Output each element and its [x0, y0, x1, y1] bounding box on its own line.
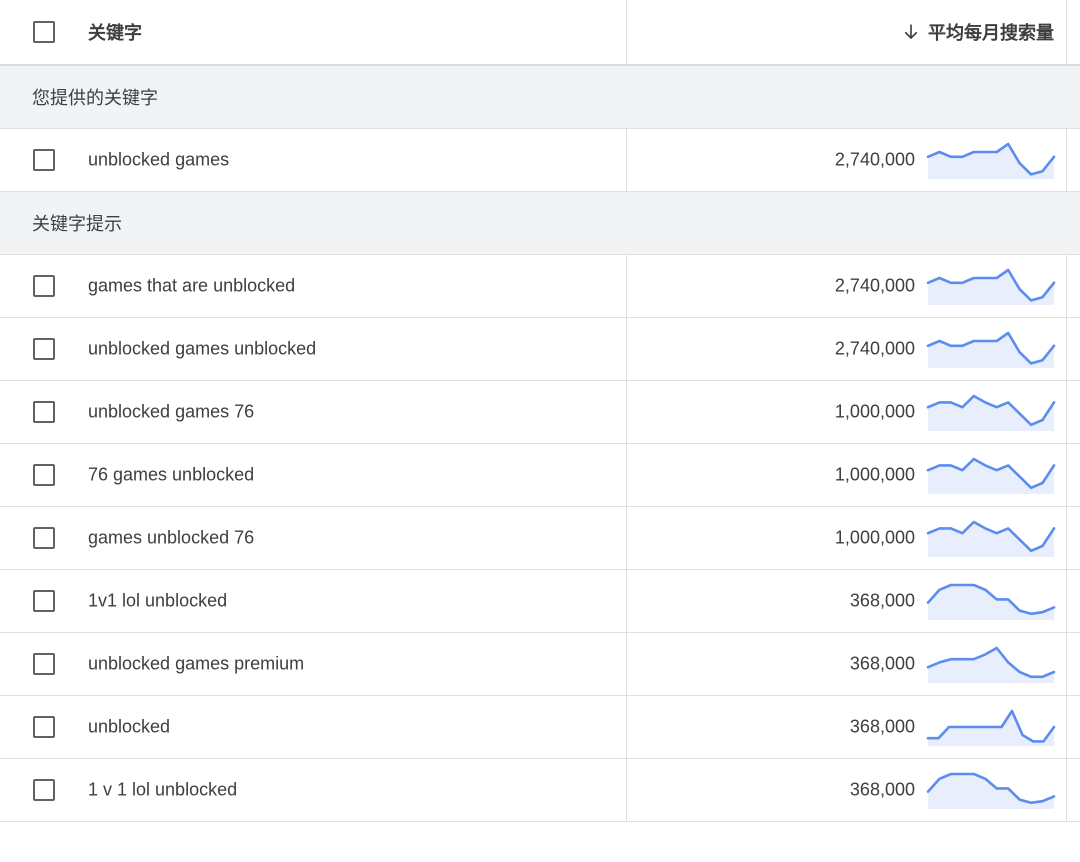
trend-sparkline	[926, 142, 1056, 179]
volume-column-label: 平均每月搜索量	[928, 23, 1054, 43]
search-volume: 1,000,000	[834, 401, 915, 422]
search-volume: 2,740,000	[834, 149, 915, 170]
search-volume: 1,000,000	[834, 527, 915, 548]
table-row[interactable]: games that are unblocked 2,740,000	[0, 255, 1080, 318]
table-row[interactable]: 1 v 1 lol unblocked 368,000	[0, 759, 1080, 822]
column-divider	[626, 507, 627, 569]
section-label: 关键字提示	[32, 214, 122, 234]
column-divider	[626, 570, 627, 632]
row-checkbox[interactable]	[33, 590, 55, 612]
column-divider	[626, 444, 627, 506]
trend-sparkline	[926, 331, 1056, 368]
column-divider	[626, 255, 627, 317]
column-divider	[1066, 759, 1067, 821]
row-checkbox[interactable]	[33, 338, 55, 360]
table-row[interactable]: unblocked 368,000	[0, 696, 1080, 759]
trend-sparkline	[926, 646, 1056, 683]
keyword-text: unblocked games	[88, 149, 230, 170]
keyword-text: 1 v 1 lol unblocked	[88, 779, 238, 800]
table-body: 您提供的关键字 unblocked games 2,740,000 关键字提示 game…	[0, 66, 1080, 822]
column-divider	[1066, 444, 1067, 506]
section-header: 关键字提示	[0, 192, 1080, 255]
row-checkbox[interactable]	[33, 653, 55, 675]
row-checkbox[interactable]	[33, 149, 55, 171]
column-divider	[626, 381, 627, 443]
column-divider	[1066, 507, 1067, 569]
trend-sparkline	[926, 520, 1056, 557]
sparkline-area	[928, 774, 1054, 809]
row-checkbox[interactable]	[33, 464, 55, 486]
search-volume: 368,000	[849, 779, 915, 800]
search-volume: 368,000	[849, 590, 915, 611]
section-header: 您提供的关键字	[0, 66, 1080, 129]
column-divider	[626, 696, 627, 758]
keyword-text: unblocked	[88, 716, 171, 737]
column-divider	[1066, 696, 1067, 758]
column-divider	[626, 0, 627, 64]
keyword-text: 1v1 lol unblocked	[88, 590, 228, 611]
trend-sparkline	[926, 772, 1056, 809]
trend-sparkline	[926, 394, 1056, 431]
row-checkbox[interactable]	[33, 275, 55, 297]
keyword-text: unblocked games premium	[88, 653, 305, 674]
sparkline-area	[928, 585, 1054, 620]
keyword-table: 关键字 平均每月搜索量 您提供的关键字 unblocked games 2,740,…	[0, 0, 1080, 822]
row-checkbox[interactable]	[33, 527, 55, 549]
trend-sparkline	[926, 457, 1056, 494]
row-checkbox[interactable]	[33, 401, 55, 423]
volume-column-header[interactable]: 平均每月搜索量	[902, 19, 1054, 45]
column-divider	[1066, 633, 1067, 695]
column-divider	[1066, 255, 1067, 317]
row-checkbox[interactable]	[33, 716, 55, 738]
column-divider	[626, 318, 627, 380]
keyword-text: unblocked games 76	[88, 401, 255, 422]
trend-sparkline	[926, 268, 1056, 305]
column-divider	[1066, 318, 1067, 380]
search-volume: 368,000	[849, 653, 915, 674]
table-row[interactable]: 1v1 lol unblocked 368,000	[0, 570, 1080, 633]
column-divider	[1066, 381, 1067, 443]
column-divider	[1066, 0, 1067, 64]
select-all-checkbox[interactable]	[33, 21, 55, 43]
column-divider	[626, 759, 627, 821]
keyword-text: unblocked games unblocked	[88, 338, 317, 359]
table-row[interactable]: games unblocked 76 1,000,000	[0, 507, 1080, 570]
keyword-text: games that are unblocked	[88, 275, 296, 296]
search-volume: 2,740,000	[834, 338, 915, 359]
search-volume: 1,000,000	[834, 464, 915, 485]
row-checkbox[interactable]	[33, 779, 55, 801]
section-label: 您提供的关键字	[32, 88, 158, 108]
search-volume: 368,000	[849, 716, 915, 737]
column-divider	[626, 633, 627, 695]
table-row[interactable]: 76 games unblocked 1,000,000	[0, 444, 1080, 507]
column-divider	[1066, 129, 1067, 191]
keyword-column-header[interactable]: 关键字	[88, 19, 142, 45]
table-row[interactable]: unblocked games 2,740,000	[0, 129, 1080, 192]
table-row[interactable]: unblocked games unblocked 2,740,000	[0, 318, 1080, 381]
trend-sparkline	[926, 709, 1056, 746]
table-row[interactable]: unblocked games 76 1,000,000	[0, 381, 1080, 444]
arrow-down-icon	[904, 24, 918, 39]
table-row[interactable]: unblocked games premium 368,000	[0, 633, 1080, 696]
keyword-text: 76 games unblocked	[88, 464, 255, 485]
search-volume: 2,740,000	[834, 275, 915, 296]
keyword-text: games unblocked 76	[88, 527, 255, 548]
table-header: 关键字 平均每月搜索量	[0, 0, 1080, 66]
column-divider	[626, 129, 627, 191]
trend-sparkline	[926, 583, 1056, 620]
column-divider	[1066, 570, 1067, 632]
